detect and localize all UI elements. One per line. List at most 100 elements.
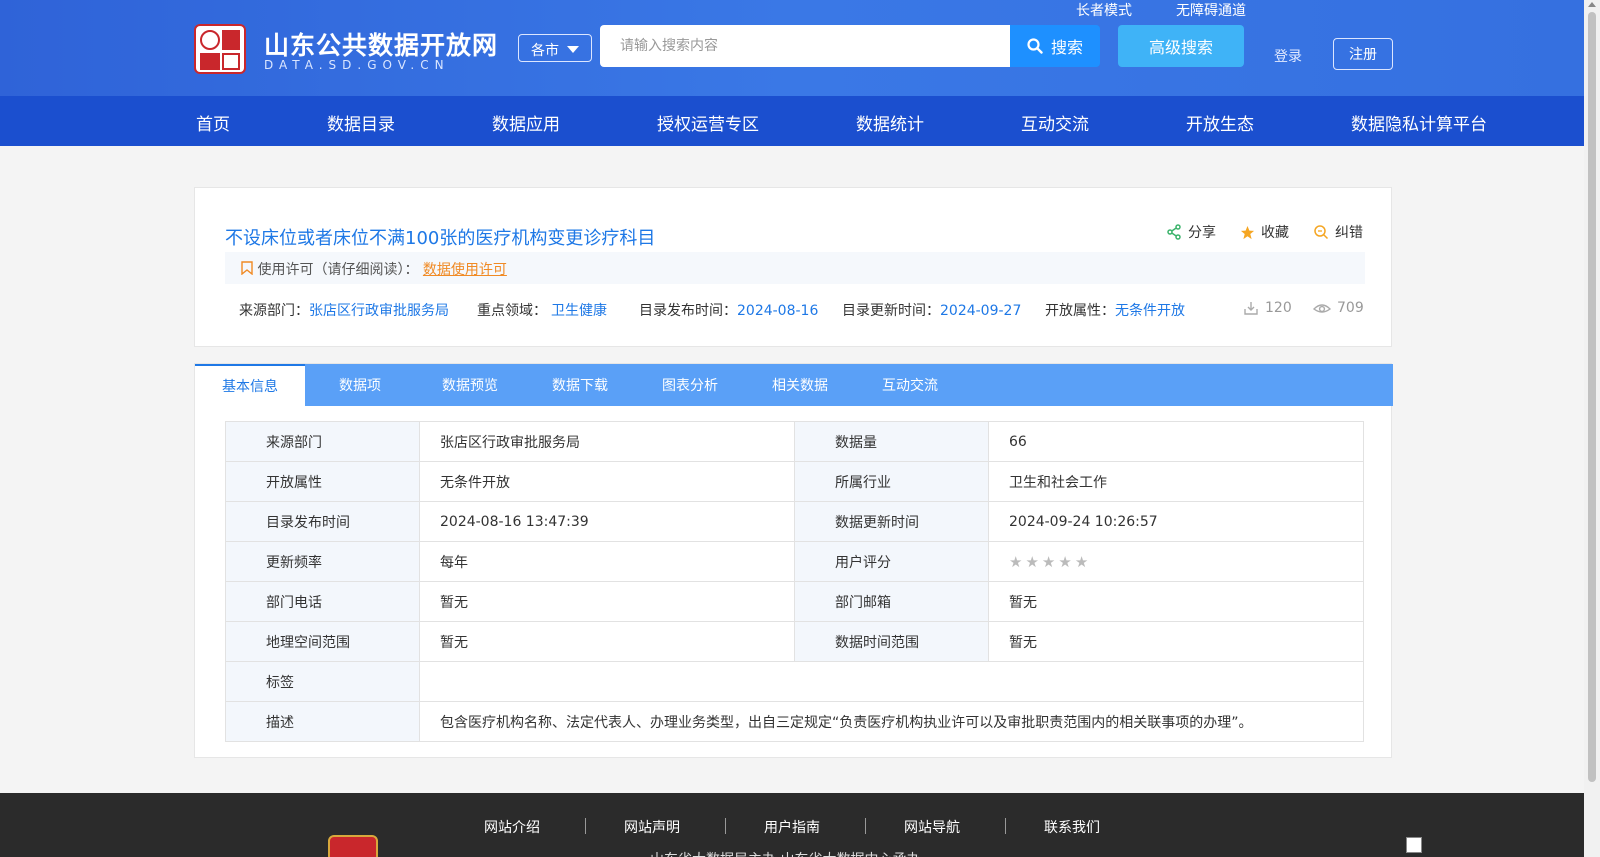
nav-item-ecosystem[interactable]: 开放生态 <box>1186 110 1254 135</box>
meta-field-label: 重点领域： <box>477 303 547 319</box>
info-value: 无条件开放 <box>419 461 795 502</box>
star-icon[interactable]: ★ <box>1009 553 1022 571</box>
dataset-summary-card: 不设床位或者床位不满100张的医疗机构变更诊疗科目 分享 收藏 纠错 使用许可（… <box>194 187 1392 347</box>
search-button[interactable]: 搜索 <box>1010 25 1100 67</box>
share-button[interactable]: 分享 <box>1166 222 1216 242</box>
advanced-search-button[interactable]: 高级搜索 <box>1118 25 1244 67</box>
scroll-up-arrow-icon[interactable] <box>1588 2 1596 7</box>
footer-link-guide[interactable]: 用户指南 <box>764 817 820 837</box>
star-icon[interactable]: ★ <box>1058 553 1071 571</box>
user-rating[interactable]: ★ ★ ★ ★ ★ <box>988 541 1364 582</box>
nav-item-home[interactable]: 首页 <box>196 110 230 135</box>
tab-related-data[interactable]: 相关数据 <box>745 364 855 406</box>
scrollbar-thumb[interactable] <box>1588 12 1596 782</box>
site-title[interactable]: 山东公共数据开放网 <box>264 26 498 62</box>
info-key: 更新频率 <box>225 541 420 582</box>
footer-divider <box>725 818 726 834</box>
info-key: 部门电话 <box>225 581 420 622</box>
footer-link-about[interactable]: 网站介绍 <box>484 817 540 837</box>
accessible-link[interactable]: 无障碍通道 <box>1176 0 1246 20</box>
tab-data-items[interactable]: 数据项 <box>305 364 415 406</box>
tab-basic-info[interactable]: 基本信息 <box>195 364 305 406</box>
search-button-label: 搜索 <box>1050 38 1083 57</box>
site-footer: 网站介绍 网站声明 用户指南 网站导航 联系我们 山东省大数据局主办 山东省大数… <box>0 793 1584 857</box>
chevron-down-icon <box>567 46 579 53</box>
report-label: 纠错 <box>1335 225 1363 241</box>
meta-open-value: 无条件开放 <box>1115 303 1185 319</box>
info-value: 2024-08-16 13:47:39 <box>419 501 795 542</box>
meta-publish-value: 2024-08-16 <box>737 303 819 319</box>
download-count-value: 120 <box>1265 300 1292 316</box>
search-icon <box>1027 38 1043 54</box>
meta-update-value: 2024-09-27 <box>940 303 1022 319</box>
info-value: 2024-09-24 10:26:57 <box>988 501 1364 542</box>
meta-source: 来源部门：张店区行政审批服务局 <box>239 300 449 320</box>
dataset-actions: 分享 收藏 纠错 <box>1166 222 1363 242</box>
download-icon <box>1244 302 1258 315</box>
dataset-detail-card: 基本信息 数据项 数据预览 数据下载 图表分析 相关数据 互动交流 来源部门 张… <box>194 363 1393 758</box>
table-row: 开放属性 无条件开放 所属行业 卫生和社会工作 <box>225 461 1364 502</box>
star-icon[interactable]: ★ <box>1042 553 1055 571</box>
rating-stars[interactable]: ★ ★ ★ ★ ★ <box>1009 553 1363 571</box>
footer-logo-icon <box>328 835 378 857</box>
city-select-label: 各市 <box>531 43 559 59</box>
search-input[interactable] <box>600 25 1010 67</box>
table-row: 部门电话 暂无 部门邮箱 暂无 <box>225 581 1364 622</box>
info-value: 暂无 <box>988 621 1364 662</box>
info-key: 数据时间范围 <box>794 621 989 662</box>
nav-item-stats[interactable]: 数据统计 <box>856 110 924 135</box>
share-label: 分享 <box>1188 225 1216 241</box>
nav-item-apps[interactable]: 数据应用 <box>492 110 560 135</box>
info-key: 部门邮箱 <box>794 581 989 622</box>
info-value: 张店区行政审批服务局 <box>419 421 795 462</box>
city-select[interactable]: 各市 <box>518 34 592 62</box>
elder-mode-link[interactable]: 长者模式 <box>1076 0 1132 20</box>
tab-data-download[interactable]: 数据下载 <box>525 364 635 406</box>
info-key: 用户评分 <box>794 541 989 582</box>
star-icon <box>1240 225 1255 239</box>
site-logo-icon[interactable] <box>194 24 246 74</box>
tab-data-preview[interactable]: 数据预览 <box>415 364 525 406</box>
site-domain: DATA.SD.GOV.CN <box>264 58 450 72</box>
table-row: 更新频率 每年 用户评分 ★ ★ ★ ★ ★ <box>225 541 1364 582</box>
share-icon <box>1167 224 1181 240</box>
footer-link-sitemap[interactable]: 网站导航 <box>904 817 960 837</box>
footer-link-statement[interactable]: 网站声明 <box>624 817 680 837</box>
favorite-label: 收藏 <box>1261 225 1289 241</box>
tab-interaction[interactable]: 互动交流 <box>855 364 965 406</box>
page-scrollbar[interactable] <box>1584 0 1600 857</box>
footer-divider <box>1005 818 1006 834</box>
dataset-title: 不设床位或者床位不满100张的医疗机构变更诊疗科目 <box>225 228 656 249</box>
bookmark-icon <box>241 261 253 276</box>
nav-item-catalog[interactable]: 数据目录 <box>327 110 395 135</box>
nav-item-privacy[interactable]: 数据隐私计算平台 <box>1351 110 1487 135</box>
info-key: 描述 <box>225 701 420 742</box>
info-value: 每年 <box>419 541 795 582</box>
meta-publish: 目录发布时间：2024-08-16 <box>639 300 818 320</box>
info-value: 卫生和社会工作 <box>988 461 1364 502</box>
meta-update: 目录更新时间：2024-09-27 <box>842 300 1021 320</box>
magnifier-icon <box>1314 225 1329 240</box>
info-key: 开放属性 <box>225 461 420 502</box>
basic-info-table: 来源部门 张店区行政审批服务局 数据量 66 开放属性 无条件开放 所属行业 卫… <box>225 421 1364 742</box>
footer-link-contact[interactable]: 联系我们 <box>1044 817 1100 837</box>
star-icon[interactable]: ★ <box>1075 553 1088 571</box>
info-value: 包含医疗机构名称、法定代表人、办理业务类型，出自三定规定“负责医疗机构执业许可以… <box>419 701 1364 742</box>
tab-chart-analysis[interactable]: 图表分析 <box>635 364 745 406</box>
info-value: 66 <box>988 421 1364 462</box>
table-row: 标签 <box>225 661 1364 702</box>
meta-field-value[interactable]: 卫生健康 <box>551 303 607 319</box>
register-button[interactable]: 注册 <box>1333 38 1393 70</box>
star-icon[interactable]: ★ <box>1025 553 1038 571</box>
meta-source-label: 来源部门： <box>239 303 309 319</box>
license-link[interactable]: 数据使用许可 <box>423 262 507 278</box>
info-key: 数据更新时间 <box>794 501 989 542</box>
info-value: 暂无 <box>419 581 795 622</box>
meta-source-value[interactable]: 张店区行政审批服务局 <box>309 303 449 319</box>
login-link[interactable]: 登录 <box>1274 46 1302 66</box>
favorite-button[interactable]: 收藏 <box>1240 222 1289 242</box>
nav-item-authorized[interactable]: 授权运营专区 <box>657 110 759 135</box>
report-error-button[interactable]: 纠错 <box>1313 222 1363 242</box>
footer-divider <box>585 818 586 834</box>
nav-item-interaction[interactable]: 互动交流 <box>1021 110 1089 135</box>
